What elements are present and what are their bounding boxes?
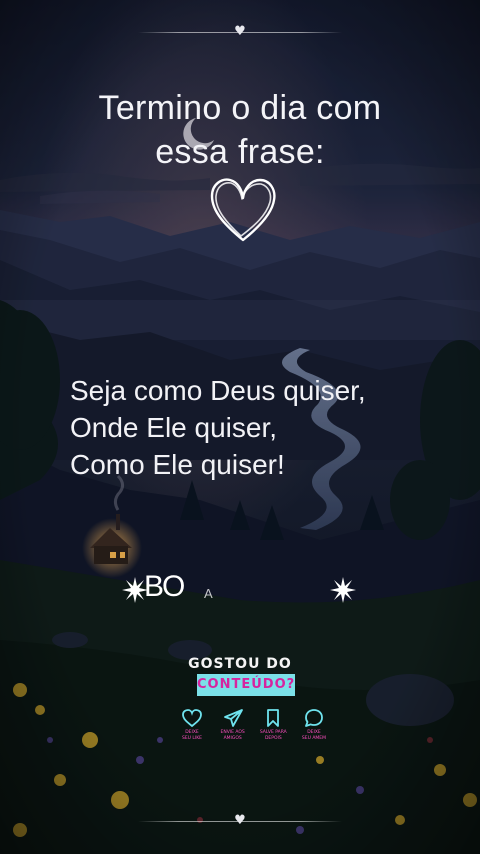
title-line: essa frase: bbox=[155, 133, 325, 171]
send-icon bbox=[223, 709, 243, 727]
share-action[interactable]: ENVIE AOS AMIGOS bbox=[219, 708, 247, 754]
action-label: DEIXE SEU LIKE bbox=[181, 730, 203, 741]
like-action[interactable]: DEIXE SEU LIKE bbox=[178, 708, 206, 754]
quote: Seja como Deus quiser, Onde Ele quiser, … bbox=[70, 372, 450, 483]
heart-outline-icon bbox=[182, 709, 202, 728]
sparkle-burst-icon bbox=[330, 577, 356, 603]
typing-text-small: A bbox=[204, 586, 213, 601]
divider-heart-icon: ♥ bbox=[234, 24, 246, 39]
save-action[interactable]: SALVE PARA DEPOIS bbox=[259, 708, 287, 754]
typing-text: BO A bbox=[128, 570, 228, 606]
bookmark-icon bbox=[267, 709, 280, 727]
comment-action[interactable]: DEIXE SEU AMEM bbox=[300, 708, 328, 754]
cta-actions: DEIXE SEU LIKE ENVIE AOS AMIGOS SALVE PARA… bbox=[178, 708, 328, 754]
typing-text-large: BO bbox=[144, 570, 185, 603]
divider-heart-icon: ♥ bbox=[234, 813, 246, 828]
cta-badge: CONTEÚDO? bbox=[197, 674, 295, 696]
title-line: Termino o dia com bbox=[98, 89, 382, 127]
cta-heading: GOSTOU DO bbox=[188, 656, 292, 672]
action-label: SALVE PARA DEPOIS bbox=[259, 730, 287, 741]
action-label: DEIXE SEU AMEM bbox=[301, 730, 327, 741]
comment-icon bbox=[305, 709, 323, 727]
quote-line: Como Ele quiser! bbox=[70, 449, 285, 480]
title: Termino o dia com essa frase: bbox=[0, 86, 480, 174]
quote-line: Seja como Deus quiser, bbox=[70, 375, 366, 406]
scribble-heart-icon bbox=[210, 178, 276, 242]
bottom-divider: ♥ bbox=[138, 814, 342, 828]
quote-line: Onde Ele quiser, bbox=[70, 412, 278, 443]
action-label: ENVIE AOS AMIGOS bbox=[220, 730, 245, 741]
top-divider: ♥ bbox=[138, 25, 342, 39]
